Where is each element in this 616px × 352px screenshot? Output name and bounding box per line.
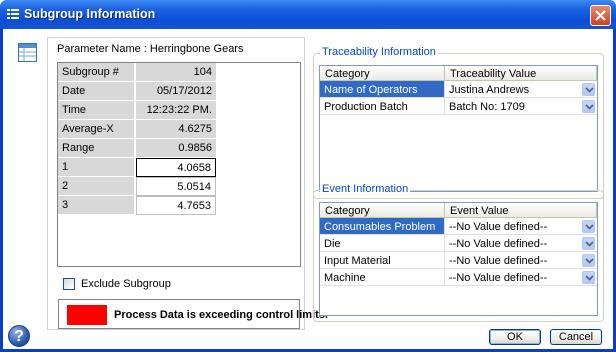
- traceability-group-label: Traceability Information: [320, 46, 438, 58]
- row-value[interactable]: --No Value defined--: [445, 235, 597, 252]
- table-row: Subgroup # 104: [58, 63, 216, 82]
- column-header-category[interactable]: Category: [320, 66, 445, 81]
- dropdown-button[interactable]: [582, 254, 595, 267]
- table-icon: [18, 43, 37, 62]
- exclude-subgroup-label: Exclude Subgroup: [81, 278, 171, 290]
- row-value: 104: [136, 63, 216, 82]
- close-button[interactable]: [590, 5, 611, 26]
- list-icon: [7, 9, 19, 20]
- close-icon: [595, 10, 606, 21]
- grid-header: Category Traceability Value: [320, 66, 597, 81]
- row-label: 3: [58, 196, 135, 215]
- row-category[interactable]: Input Material: [320, 252, 445, 269]
- row-value[interactable]: --No Value defined--: [445, 252, 597, 269]
- row-value[interactable]: Batch No: 1709: [445, 98, 597, 115]
- row-label: Subgroup #: [58, 63, 135, 82]
- table-row[interactable]: 1 4.0658: [58, 158, 216, 177]
- table-row[interactable]: Name of Operators Justina Andrews: [320, 81, 597, 98]
- dropdown-button[interactable]: [582, 237, 595, 250]
- table-row: Time 12:23:22 PM.: [58, 101, 216, 120]
- chevron-down-icon: [585, 241, 594, 247]
- chevron-down-icon: [585, 104, 594, 110]
- dropdown-button[interactable]: [582, 100, 595, 113]
- event-grid: Category Event Value Consumables Problem…: [319, 202, 598, 316]
- column-header-value[interactable]: Event Value: [445, 203, 597, 218]
- row-category[interactable]: Name of Operators: [320, 81, 445, 98]
- alert-color-swatch: [67, 305, 107, 325]
- table-row: Date 05/17/2012: [58, 82, 216, 101]
- row-value: 12:23:22 PM.: [136, 101, 216, 120]
- parameter-name: Parameter Name : Herringbone Gears: [57, 43, 244, 55]
- measurement-input[interactable]: 5.0514: [136, 177, 216, 196]
- window-title: Subgroup Information: [24, 7, 156, 21]
- row-category[interactable]: Consumables Problem: [320, 218, 445, 235]
- checkbox-box[interactable]: [63, 278, 75, 290]
- event-group-label: Event Information: [320, 183, 411, 195]
- dialog-window: Subgroup Information Parameter Name : He…: [0, 0, 616, 352]
- row-value[interactable]: --No Value defined--: [445, 269, 597, 286]
- table-row[interactable]: Input Material --No Value defined--: [320, 252, 597, 269]
- row-label: Average-X: [58, 120, 135, 139]
- row-category[interactable]: Die: [320, 235, 445, 252]
- row-value[interactable]: Justina Andrews: [445, 81, 597, 98]
- column-header-category[interactable]: Category: [320, 203, 445, 218]
- row-category[interactable]: Machine: [320, 269, 445, 286]
- row-label: 2: [58, 177, 135, 196]
- row-value[interactable]: --No Value defined--: [445, 218, 597, 235]
- row-value: 4.6275: [136, 120, 216, 139]
- chevron-down-icon: [585, 258, 594, 264]
- traceability-group: Traceability Information Category Tracea…: [313, 46, 604, 199]
- table-row: Range 0.9856: [58, 139, 216, 158]
- row-value: 0.9856: [136, 139, 216, 158]
- column-header-value[interactable]: Traceability Value: [445, 66, 597, 81]
- row-category[interactable]: Production Batch: [320, 98, 445, 115]
- alert-box: Process Data is exceeding control limits…: [58, 299, 328, 329]
- help-icon[interactable]: ?: [8, 325, 30, 347]
- table-row: Average-X 4.6275: [58, 120, 216, 139]
- table-row[interactable]: Machine --No Value defined--: [320, 269, 597, 286]
- chevron-down-icon: [585, 275, 594, 281]
- chevron-down-icon: [585, 87, 594, 93]
- measurement-input[interactable]: 4.0658: [136, 158, 216, 177]
- alert-message: Process Data is exceeding control limits…: [114, 309, 328, 321]
- dialog-body: Parameter Name : Herringbone Gears Subgr…: [3, 29, 613, 349]
- table-row[interactable]: Production Batch Batch No: 1709: [320, 98, 597, 115]
- chevron-down-icon: [585, 224, 594, 230]
- table-row[interactable]: 2 5.0514: [58, 177, 216, 196]
- traceability-grid: Category Traceability Value Name of Oper…: [319, 65, 598, 192]
- title-bar[interactable]: Subgroup Information: [0, 0, 616, 29]
- row-value: 05/17/2012: [136, 82, 216, 101]
- cancel-button[interactable]: Cancel: [550, 329, 602, 345]
- row-label: Time: [58, 101, 135, 120]
- row-label: Range: [58, 139, 135, 158]
- grid-header: Category Event Value: [320, 203, 597, 218]
- dropdown-button[interactable]: [582, 220, 595, 233]
- measurement-input[interactable]: 4.7653: [136, 196, 216, 215]
- row-label: Date: [58, 82, 135, 101]
- dropdown-button[interactable]: [582, 83, 595, 96]
- event-group: Event Information Category Event Value C…: [313, 183, 604, 322]
- dropdown-button[interactable]: [582, 271, 595, 284]
- subgroup-table: Subgroup # 104 Date 05/17/2012 Time 12:2…: [57, 62, 301, 267]
- row-label: 1: [58, 158, 135, 177]
- ok-button[interactable]: OK: [489, 329, 541, 345]
- table-row[interactable]: Consumables Problem --No Value defined--: [320, 218, 597, 235]
- table-row[interactable]: Die --No Value defined--: [320, 235, 597, 252]
- table-row[interactable]: 3 4.7653: [58, 196, 216, 215]
